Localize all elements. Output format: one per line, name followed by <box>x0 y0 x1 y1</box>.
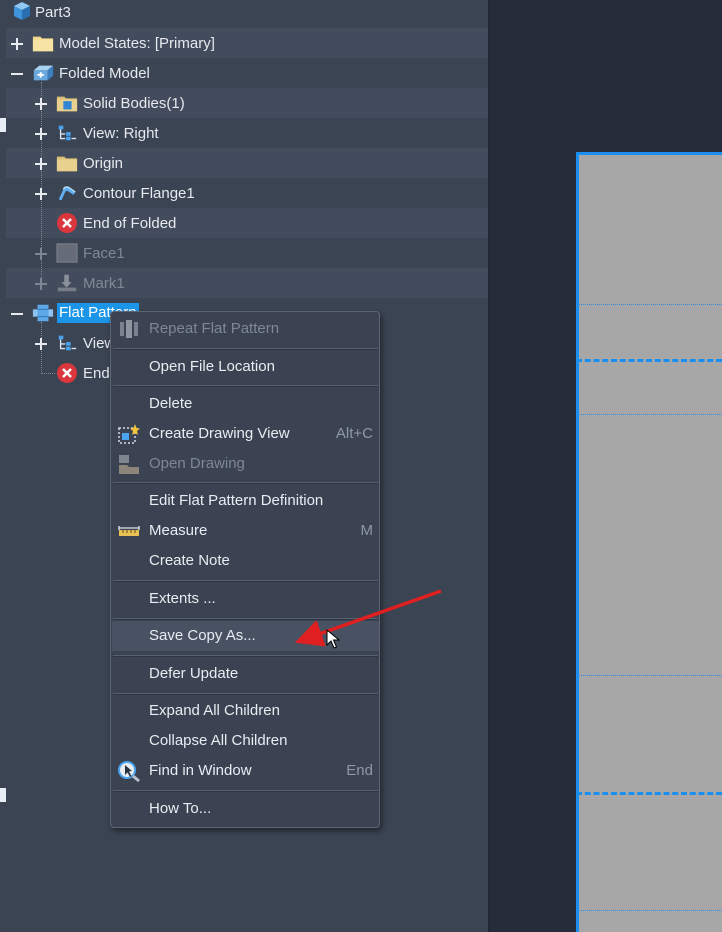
expand-icon[interactable] <box>34 337 48 351</box>
menu-item-find-in-window[interactable]: Find in Window End <box>112 756 379 786</box>
part-icon <box>10 2 32 22</box>
bend-center-line <box>576 792 722 795</box>
row-band <box>6 88 488 118</box>
tree-item-label: End <box>83 365 110 382</box>
menu-item-expand-all-children[interactable]: Expand All Children <box>112 696 379 726</box>
expand-icon[interactable] <box>34 97 48 111</box>
open-drawing-icon <box>117 453 141 475</box>
menu-item-measure[interactable]: Measure M <box>112 516 379 546</box>
menu-separator <box>113 790 378 792</box>
solid-bodies-folder-icon <box>56 93 78 113</box>
menu-item-delete[interactable]: Delete <box>112 389 379 419</box>
tree-item-label: View: Right <box>83 125 159 142</box>
menu-item-edit-flat-pattern-definition[interactable]: Edit Flat Pattern Definition <box>112 486 379 516</box>
row-band <box>6 148 488 178</box>
menu-item-defer-update[interactable]: Defer Update <box>112 659 379 689</box>
end-of-part-icon <box>56 213 78 233</box>
menu-item-collapse-all-children[interactable]: Collapse All Children <box>112 726 379 756</box>
row-band <box>6 208 488 238</box>
bend-extent-line <box>576 675 722 676</box>
menu-separator <box>113 655 378 657</box>
drawing-view-icon <box>117 423 141 445</box>
menu-item-create-drawing-view[interactable]: Create Drawing View Alt+C <box>112 419 379 449</box>
menu-separator <box>113 385 378 387</box>
context-menu: Repeat Flat Pattern Open File Location D… <box>110 311 380 828</box>
menu-item-create-note[interactable]: Create Note <box>112 546 379 576</box>
collapse-icon[interactable] <box>10 307 24 321</box>
flat-pattern-icon <box>32 303 54 323</box>
expand-icon[interactable] <box>34 247 48 261</box>
bend-extent-line <box>576 414 722 415</box>
tree-item-label: Origin <box>83 155 124 172</box>
tree-item-label: Solid Bodies(1) <box>83 95 185 112</box>
menu-separator <box>113 482 378 484</box>
tree-item-label: Part3 <box>35 4 71 21</box>
view-icon <box>56 333 78 353</box>
mouse-cursor-icon <box>326 629 340 649</box>
menu-item-open-drawing[interactable]: Open Drawing <box>112 449 379 479</box>
mark-icon <box>56 273 78 293</box>
tree-item-label: Folded Model <box>59 65 150 82</box>
folder-icon <box>32 33 54 53</box>
tree-item-label: Contour Flange1 <box>83 185 195 202</box>
face-icon <box>56 243 78 263</box>
folded-model-icon <box>32 63 54 83</box>
end-of-part-icon <box>56 363 78 383</box>
bend-center-line <box>576 359 722 362</box>
folder-icon <box>56 153 78 173</box>
menu-separator <box>113 618 378 620</box>
tree-item-label: Face1 <box>83 245 125 262</box>
bend-extent-line <box>576 304 722 305</box>
view-icon <box>56 123 78 143</box>
expand-icon[interactable] <box>34 157 48 171</box>
collapse-icon[interactable] <box>10 67 24 81</box>
row-band <box>6 268 488 298</box>
menu-separator <box>113 693 378 695</box>
tree-item-label: Mark1 <box>83 275 125 292</box>
menu-item-repeat-flat-pattern[interactable]: Repeat Flat Pattern <box>112 314 379 344</box>
tree-item-label: End of Folded <box>83 215 177 232</box>
expand-icon[interactable] <box>34 277 48 291</box>
tree-item-label: Model States: [Primary] <box>59 35 215 52</box>
repeat-icon <box>117 318 141 340</box>
bend-extent-line <box>576 910 722 911</box>
menu-item-extents[interactable]: Extents ... <box>112 584 379 614</box>
find-in-window-icon <box>117 760 141 783</box>
ruler-icon <box>117 520 141 542</box>
menu-separator <box>113 348 378 350</box>
menu-separator <box>113 580 378 582</box>
menu-item-open-file-location[interactable]: Open File Location <box>112 352 379 382</box>
expand-icon[interactable] <box>10 37 24 51</box>
menu-item-how-to[interactable]: How To... <box>112 794 379 824</box>
expand-icon[interactable] <box>34 127 48 141</box>
flat-pattern-sheet[interactable] <box>576 152 722 932</box>
expand-icon[interactable] <box>34 187 48 201</box>
contour-flange-icon <box>56 183 78 203</box>
tree-connector <box>41 373 55 374</box>
